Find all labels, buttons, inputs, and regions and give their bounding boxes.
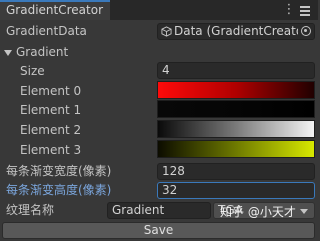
chevron-down-icon <box>300 209 308 214</box>
width-label: 每条渐变宽度(像素) <box>6 164 112 178</box>
tab-bar: GradientCreator ⋮ <box>0 0 318 20</box>
element-label: Element 3 <box>20 143 82 157</box>
save-button[interactable]: Save <box>2 222 315 239</box>
element-label: Element 1 <box>20 103 82 117</box>
gradient-foldout-label: Gradient <box>16 45 69 59</box>
texture-name-label: 纹理名称 <box>6 203 55 217</box>
element-label: Element 0 <box>20 84 82 98</box>
gradient-field[interactable] <box>157 100 315 118</box>
height-input[interactable]: 32 <box>157 182 315 199</box>
gradient-foldout[interactable]: Gradient <box>4 43 68 61</box>
size-input[interactable]: 4 <box>157 62 315 79</box>
triangle-down-icon <box>4 49 12 56</box>
element-label: Element 2 <box>20 123 82 137</box>
texture-name-input[interactable]: Gradient <box>107 202 211 219</box>
more-options-icon[interactable]: ⋮ <box>282 1 296 19</box>
gradient-data-value: Data (GradientCreator <box>174 24 309 38</box>
gradient-field[interactable] <box>157 120 315 138</box>
height-label: 每条渐变高度(像素) <box>6 183 112 197</box>
hamburger-icon[interactable] <box>298 5 312 17</box>
gradient-data-label: GradientData <box>6 24 87 38</box>
width-input[interactable]: 128 <box>157 163 315 180</box>
object-picker-icon[interactable] <box>298 24 314 39</box>
gradient-data-object-field[interactable]: Data (GradientCreator <box>157 23 315 40</box>
gradient-field[interactable] <box>157 140 315 158</box>
cube-icon <box>161 26 172 37</box>
watermark: 知乎 @小天才 <box>220 205 296 219</box>
tab-gradient-creator[interactable]: GradientCreator <box>0 0 110 20</box>
gradient-field[interactable] <box>157 81 315 99</box>
size-label: Size <box>20 64 45 78</box>
